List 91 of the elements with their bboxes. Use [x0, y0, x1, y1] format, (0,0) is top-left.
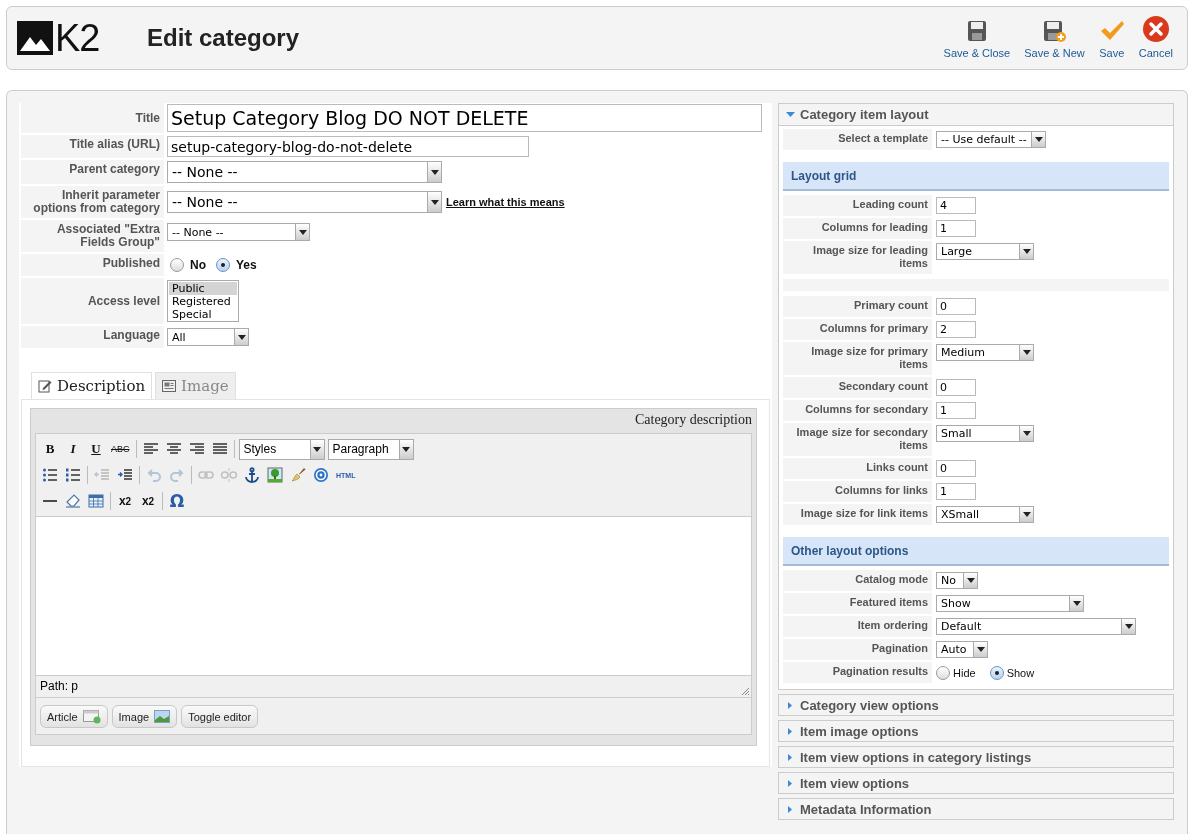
field-label: Columns for primary: [783, 319, 932, 340]
field-label: Leading count: [783, 195, 932, 216]
access-level-listbox[interactable]: Public Registered Special: [167, 280, 239, 322]
dropdown[interactable]: All: [167, 328, 249, 346]
learn-more-link[interactable]: Learn what this means: [446, 196, 565, 208]
radio-label: Hide: [953, 666, 976, 679]
number-field[interactable]: 1: [936, 483, 976, 500]
field-label: Image size for secondary items: [783, 423, 932, 456]
section-header[interactable]: Item view options: [778, 772, 1174, 794]
number-field[interactable]: 1: [936, 220, 976, 237]
field-label: Item ordering: [783, 616, 932, 637]
field-label: Image size for leading items: [783, 241, 932, 274]
section-title: Category view options: [800, 697, 939, 713]
number-field[interactable]: 2: [936, 321, 976, 338]
field-label: Inherit parameter options from category: [21, 186, 164, 218]
section-title: Item view options: [800, 775, 910, 791]
field-label: Language: [21, 326, 164, 348]
radio-label: No: [190, 258, 206, 272]
section-title: Metadata Information: [800, 801, 932, 817]
section-header[interactable]: Category item layout: [779, 104, 1173, 126]
format-button[interactable]: Ω: [167, 491, 187, 511]
section-header[interactable]: Item view options in category listings: [778, 746, 1174, 768]
number-field[interactable]: 0: [936, 460, 976, 477]
section-title: Item image options: [800, 723, 919, 739]
editor-button[interactable]: Image: [111, 705, 178, 728]
dropdown[interactable]: XSmall: [936, 506, 1034, 523]
field-label: Secondary count: [783, 377, 932, 398]
editor-heading: Category description: [633, 411, 752, 429]
field-label: Select a template: [783, 129, 932, 150]
editor-button[interactable]: Article: [40, 705, 108, 728]
dropdown[interactable]: -- None --: [167, 191, 442, 213]
number-field[interactable]: 4: [936, 197, 976, 214]
number-field[interactable]: 0: [936, 298, 976, 315]
save-button[interactable]: Save: [1092, 7, 1131, 69]
dropdown[interactable]: -- Use default --: [936, 131, 1046, 148]
dropdown[interactable]: Show: [936, 595, 1084, 612]
field-label: Featured items: [783, 593, 932, 614]
page-title: Edit category: [147, 24, 301, 52]
field-label: Columns for leading: [783, 218, 932, 239]
dropdown[interactable]: No: [936, 572, 978, 589]
dropdown[interactable]: -- None --: [167, 161, 442, 183]
format-dropdown[interactable]: Paragraph: [327, 438, 414, 460]
save-and-close-button[interactable]: Save & Close: [937, 7, 1017, 69]
cancel-button[interactable]: Cancel: [1132, 7, 1179, 69]
dropdown[interactable]: -- None --: [167, 223, 310, 241]
radio-label: Yes: [236, 258, 257, 272]
field-label: Published: [21, 254, 164, 276]
list-option[interactable]: Registered: [169, 295, 237, 308]
logo-text: K2: [55, 21, 100, 55]
dropdown[interactable]: Small: [936, 425, 1034, 442]
field-label: Associated "Extra Fields Group": [21, 220, 164, 252]
save-and-new-button[interactable]: Save & New: [1018, 7, 1091, 69]
section-title: Category item layout: [800, 107, 929, 122]
number-field[interactable]: 1: [936, 402, 976, 419]
dropdown[interactable]: Large: [936, 243, 1034, 260]
field-label: Image size for link items: [783, 504, 932, 525]
format-dropdown[interactable]: Styles: [238, 438, 325, 460]
number-field[interactable]: 0: [936, 379, 976, 396]
list-option[interactable]: Special: [169, 308, 237, 321]
field-label: Catalog mode: [783, 570, 932, 591]
format-button[interactable]: U: [86, 439, 106, 459]
dropdown[interactable]: Auto: [936, 641, 988, 658]
field-label: Links count: [783, 458, 932, 479]
list-option[interactable]: Public: [169, 282, 237, 295]
title-field[interactable]: Setup Category Blog DO NOT DELETE: [167, 104, 762, 132]
section-title: Item view options in category listings: [800, 749, 1032, 765]
field-label: Image size for primary items: [783, 342, 932, 375]
alias-field[interactable]: setup-category-blog-do-not-delete: [167, 136, 529, 157]
section-header[interactable]: Metadata Information: [778, 798, 1174, 820]
group-heading: Other layout options: [783, 537, 1169, 566]
field-label: Parent category: [21, 160, 164, 184]
editor-button[interactable]: Toggle editor: [181, 705, 259, 728]
field-label: Title alias (URL): [21, 135, 164, 158]
format-button[interactable]: ABC: [109, 439, 132, 459]
field-label: Primary count: [783, 296, 932, 317]
field-label: Access level: [21, 278, 164, 324]
field-label: Title: [21, 103, 164, 133]
field-label: Columns for links: [783, 481, 932, 502]
element-path: Path: p: [40, 679, 79, 693]
group-heading: Layout grid: [783, 162, 1169, 191]
radio-label: Show: [1006, 666, 1035, 679]
tab[interactable]: Description: [31, 372, 153, 399]
field-label: Columns for secondary: [783, 400, 932, 421]
field-label: Pagination: [783, 639, 932, 660]
section-header[interactable]: Category view options: [778, 694, 1174, 716]
dropdown[interactable]: Medium: [936, 344, 1034, 361]
format-button[interactable]: I: [63, 439, 83, 459]
dropdown[interactable]: Default: [936, 618, 1136, 635]
format-button[interactable]: B: [40, 439, 60, 459]
field-label: Pagination results: [783, 662, 932, 683]
section-header[interactable]: Item image options: [778, 720, 1174, 742]
